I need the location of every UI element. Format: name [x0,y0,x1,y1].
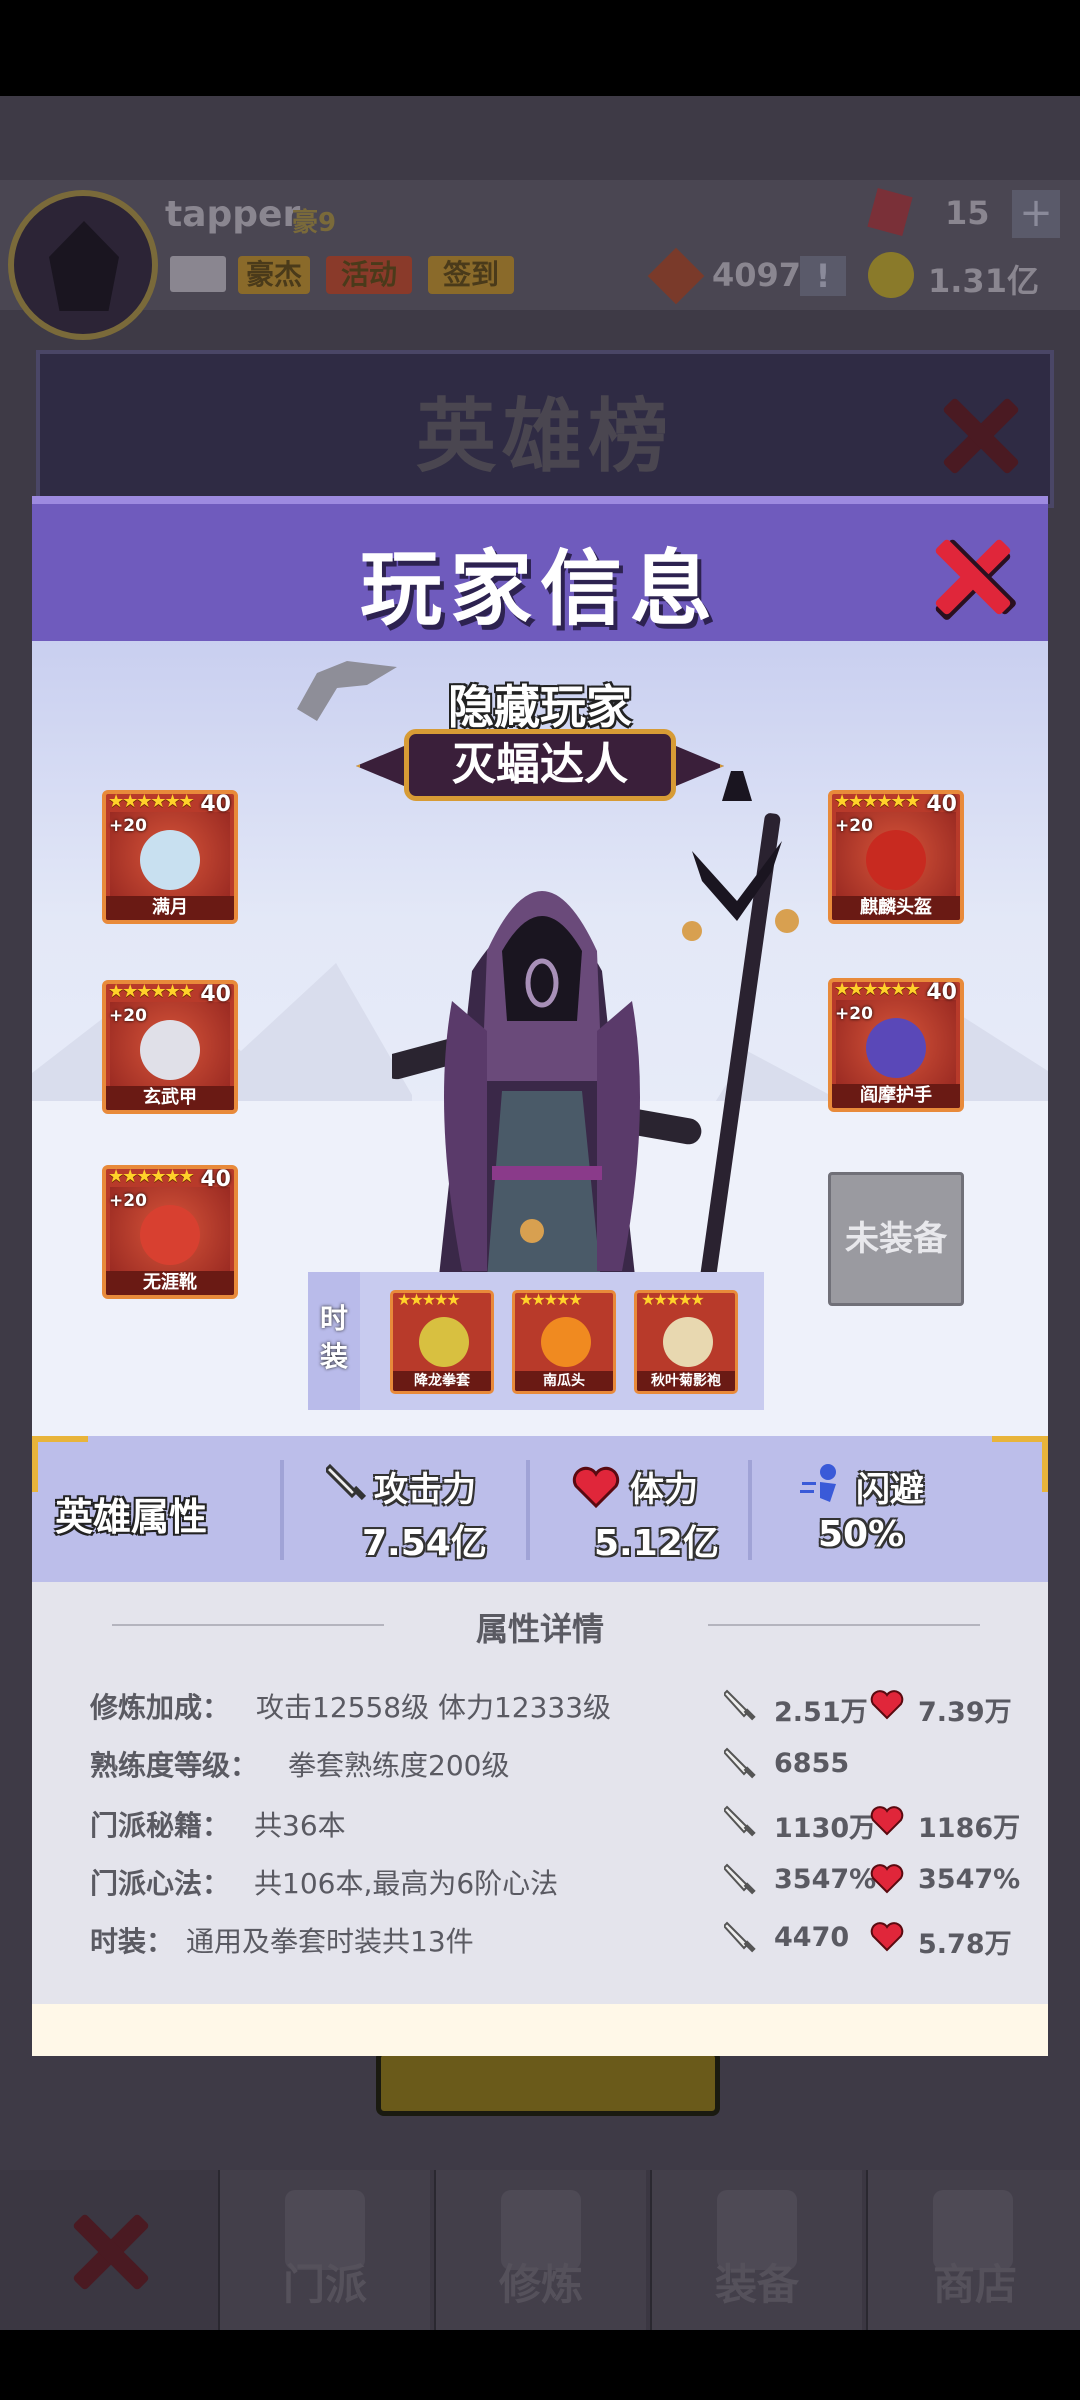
attack-bonus: 6855 [774,1748,850,1779]
attack-bonus: 4470 [774,1922,850,1953]
gold-coin-icon [868,252,914,298]
gold-amount: 1.31亿 [928,262,1039,300]
leaderboard-title: 英雄榜 [416,390,674,483]
corner-ornament [32,1436,88,1492]
player-name: tapper [165,194,301,235]
detail-row-label: 时装： [90,1925,175,1958]
add-gem-button[interactable]: + [1012,190,1060,238]
hp-heart-icon [572,1466,620,1508]
events-button[interactable]: 活动 [326,256,412,294]
modal-header: 玩家信息 [32,496,1048,641]
hp-bonus: 7.39万 [918,1697,1012,1728]
hp-label: 体力 [630,1470,698,1510]
empty-equip-slot[interactable]: 未装备 [828,1172,964,1306]
attributes-title: 英雄属性 [55,1495,208,1539]
hp-bonus: 5.78万 [918,1929,1012,1960]
dodge-value: 50% [818,1514,905,1555]
token-info-button[interactable]: ! [800,256,846,296]
heroes-button[interactable]: 豪杰 [238,256,310,294]
detail-row-value: 拳套熟练度200级 [288,1749,510,1782]
heart-icon [870,1806,904,1836]
costume-item[interactable]: ★★★★★ 南瓜头 [512,1290,616,1394]
attack-label: 攻击力 [374,1470,476,1510]
equip-slot-armor[interactable]: ★★★★★★ 40 +20 玄武甲 [102,980,238,1114]
detail-row-value: 通用及拳套时装共13件 [186,1925,474,1958]
hero-name: 隐藏玩家 [448,680,632,734]
equip-slot-weapon[interactable]: ★★★★★★ 40 +20 满月 [102,790,238,924]
dodge-runner-icon [800,1464,836,1502]
gem-count: 15 [945,194,990,232]
costume-item[interactable]: ★★★★★ 秋叶菊影袍 [634,1290,738,1394]
equip-slot-gloves[interactable]: ★★★★★★ 40 +20 阎摩护手 [828,978,964,1112]
detail-row-label: 门派秘籍： [90,1809,231,1842]
nav-tab-shop[interactable]: 商店 [866,2170,1080,2330]
detail-row-value: 共106本,最高为6阶心法 [254,1867,559,1900]
close-icon[interactable] [930,535,1010,615]
player-avatar[interactable] [8,190,158,340]
sword-icon [724,1863,756,1895]
vip-badge: 豪9 [292,208,337,238]
attack-sword-icon [326,1463,367,1501]
modal-title: 玩家信息 [359,542,720,637]
nav-tab-equipment[interactable]: 装备 [650,2170,862,2330]
detail-row-value: 攻击12558级 体力12333级 [256,1691,612,1724]
mail-icon[interactable] [170,256,226,292]
attack-bonus: 3547% [774,1864,877,1895]
hp-value: 5.12亿 [594,1523,719,1564]
divider [280,1460,284,1560]
hp-bonus: 1186万 [918,1813,1021,1844]
dodge-label: 闪避 [856,1470,924,1510]
background-button [376,2050,720,2116]
sword-icon [724,1689,756,1721]
equip-slot-helmet[interactable]: ★★★★★★ 40 +20 麒麟头盔 [828,790,964,924]
sword-icon [724,1805,756,1837]
attack-bonus: 1130万 [774,1813,877,1844]
details-title: 属性详情 [475,1610,604,1648]
attack-value: 7.54亿 [362,1523,487,1564]
leaderboard-close-icon[interactable] [938,394,1018,474]
costume-item[interactable]: ★★★★★ 降龙拳套 [390,1290,494,1394]
equip-slot-boots[interactable]: ★★★★★★ 40 +20 无涯靴 [102,1165,238,1299]
hp-bonus: 3547% [918,1864,1021,1895]
token-count: 4097 [712,256,802,294]
costume-label: 时装 [308,1272,360,1410]
leaderboard-panel: 英雄榜 [36,350,1054,508]
top-status-bar [0,180,1080,310]
divider [748,1460,752,1560]
detail-row-label: 修炼加成： [90,1691,231,1724]
nav-tab-training[interactable]: 修炼 [434,2170,646,2330]
nav-tab-sect[interactable]: 门派 [218,2170,430,2330]
sword-icon [724,1921,756,1953]
nav-close-icon[interactable] [68,2210,148,2290]
detail-row-value: 共36本 [254,1809,346,1842]
attack-bonus: 2.51万 [774,1697,868,1728]
divider [526,1460,530,1560]
checkin-button[interactable]: 签到 [428,256,514,294]
detail-row-label: 熟练度等级： [90,1749,259,1782]
corner-ornament [992,1436,1048,1492]
heart-icon [870,1690,904,1720]
heart-icon [870,1864,904,1894]
sword-icon [724,1747,756,1779]
detail-row-label: 门派心法： [90,1867,231,1900]
heart-icon [870,1922,904,1952]
